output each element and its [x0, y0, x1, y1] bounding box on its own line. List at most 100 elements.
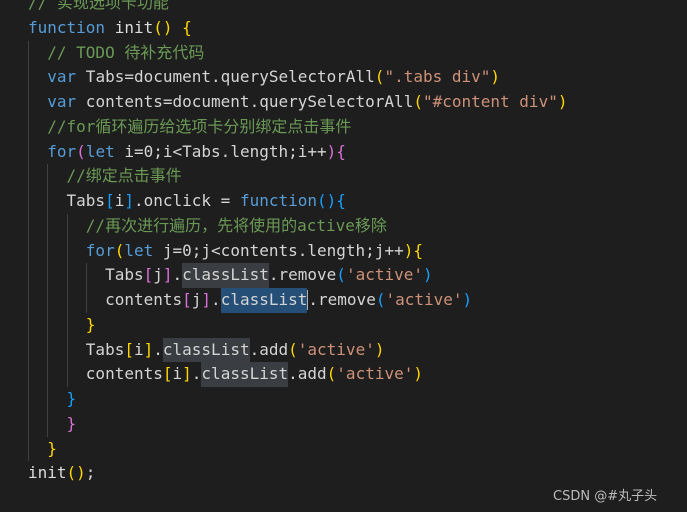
code-token: { — [182, 17, 192, 37]
code-line[interactable]: // TODO 待补充代码 — [28, 40, 567, 66]
code-token: .add — [249, 339, 289, 359]
code-line[interactable]: function init() { — [28, 16, 567, 41]
code-token: [ — [162, 364, 173, 384]
code-token: () — [66, 463, 86, 483]
code-token: ) — [374, 339, 385, 359]
indent-guide — [28, 288, 47, 313]
code-token: ] — [182, 364, 192, 384]
code-token: // TODO 待补充代码 — [47, 42, 205, 62]
indent-guide — [28, 65, 47, 90]
indent-guide — [66, 213, 86, 239]
code-token: contents=document.querySelectorAll — [76, 92, 414, 111]
code-token: .remove — [268, 265, 337, 285]
code-token: . — [153, 339, 163, 359]
code-token: ( — [76, 141, 86, 161]
indent-guide — [28, 337, 47, 363]
indent-guide — [47, 337, 66, 363]
code-line[interactable]: Tabs[i]. classList .add('active') — [28, 337, 567, 363]
indent-guide — [28, 213, 47, 239]
indent-guide — [28, 387, 47, 412]
code-token: . — [211, 290, 221, 309]
indent-guide — [47, 189, 66, 214]
code-token: i — [114, 191, 125, 210]
code-token: function — [239, 191, 318, 210]
indent-guide — [47, 387, 66, 412]
indent-guide — [28, 164, 47, 189]
code-token: Tabs — [105, 265, 144, 285]
code-token: ) — [557, 92, 568, 111]
indent-guide — [47, 263, 66, 288]
code-token: ( — [114, 240, 125, 260]
code-line[interactable]: var contents=document.querySelectorAll("… — [28, 90, 567, 115]
code-token: ".tabs div" — [384, 67, 491, 87]
code-token: contents — [85, 364, 163, 384]
code-line[interactable]: // 实现选项卡功能 — [28, 0, 567, 16]
code-line[interactable]: Tabs[i] .onclick = function(){ — [28, 189, 567, 214]
indent-guide — [28, 362, 47, 387]
code-line[interactable]: var Tabs=document.querySelectorAll(".tab… — [28, 65, 567, 90]
code-line[interactable]: } — [28, 387, 567, 412]
code-token: ){ — [326, 141, 346, 161]
code-token: . — [191, 364, 202, 384]
code-token: . — [172, 265, 183, 285]
indent-guide — [66, 337, 86, 363]
code-token: classList — [201, 362, 289, 387]
code-editor[interactable]: // 实现选项卡功能 function init() {// TODO 待补充代码… — [28, 0, 567, 486]
code-token: Tabs — [66, 191, 106, 210]
watermark: CSDN @#丸子头 — [553, 489, 658, 504]
code-token: 'active' — [345, 265, 423, 285]
indent-guide — [66, 238, 86, 264]
indent-guide — [28, 312, 47, 338]
code-line[interactable]: contents[i]. classList .add('active') — [28, 362, 567, 387]
code-token: 'active' — [297, 339, 375, 359]
code-token: //绑定点击事件 — [66, 166, 182, 186]
indent-guide — [66, 288, 86, 313]
code-token: //for循环遍历给选项卡分别绑定点击事件 — [47, 116, 352, 136]
indent-guide — [47, 213, 66, 239]
code-token: for — [85, 240, 115, 260]
code-token: function — [28, 17, 106, 37]
code-token: classList — [220, 288, 308, 313]
code-token: ( — [326, 364, 337, 384]
code-token: // 实现选项卡功能 — [28, 0, 169, 12]
code-line[interactable]: Tabs[j]. classList .remove('active') — [28, 263, 567, 288]
indent-guide — [28, 40, 47, 66]
code-line[interactable]: } — [28, 436, 567, 462]
indent-guide — [28, 238, 47, 264]
code-token: ] — [201, 290, 212, 309]
indent-guide — [47, 288, 66, 313]
code-token: 'active' — [336, 364, 414, 384]
code-line[interactable]: //绑定点击事件 — [28, 164, 567, 189]
indent-guide — [28, 436, 47, 462]
code-token: ( — [413, 92, 423, 111]
code-token: ( — [288, 339, 298, 359]
code-token: } — [47, 438, 57, 458]
code-token: ] — [124, 191, 134, 210]
code-token: .onclick = — [133, 191, 240, 210]
code-token: ] — [162, 265, 173, 285]
code-token: ] — [143, 339, 154, 359]
code-line[interactable]: //for循环遍历给选项卡分别绑定点击事件 — [28, 114, 567, 140]
code-line[interactable]: init(); — [28, 461, 567, 486]
code-line[interactable]: } — [28, 411, 567, 437]
code-line[interactable]: } — [28, 312, 567, 338]
code-token: [ — [182, 290, 192, 309]
code-token: Tabs — [85, 339, 125, 359]
code-line[interactable]: for(let i=0;i<Tabs.length;i++){ — [28, 139, 567, 165]
code-token: [ — [124, 339, 134, 359]
code-token: ) — [490, 67, 501, 87]
code-token: ( — [336, 265, 346, 285]
code-token: classList — [182, 263, 269, 288]
code-token: ; — [85, 463, 96, 483]
code-token: let — [124, 240, 154, 260]
indent-guide — [47, 238, 66, 264]
code-token: [ — [143, 265, 154, 285]
code-token: i=0;i<Tabs.length;i++ — [114, 141, 327, 161]
code-line[interactable]: contents[j]. classList .remove('active') — [28, 288, 567, 313]
code-line[interactable]: //再次进行遍历，先将使用的active移除 — [28, 213, 567, 239]
code-token: i — [172, 364, 183, 384]
indent-guide — [47, 411, 66, 437]
code-token: ( — [375, 290, 386, 309]
code-line[interactable]: for(let j=0;j<contents.length;j++){ — [28, 238, 567, 264]
